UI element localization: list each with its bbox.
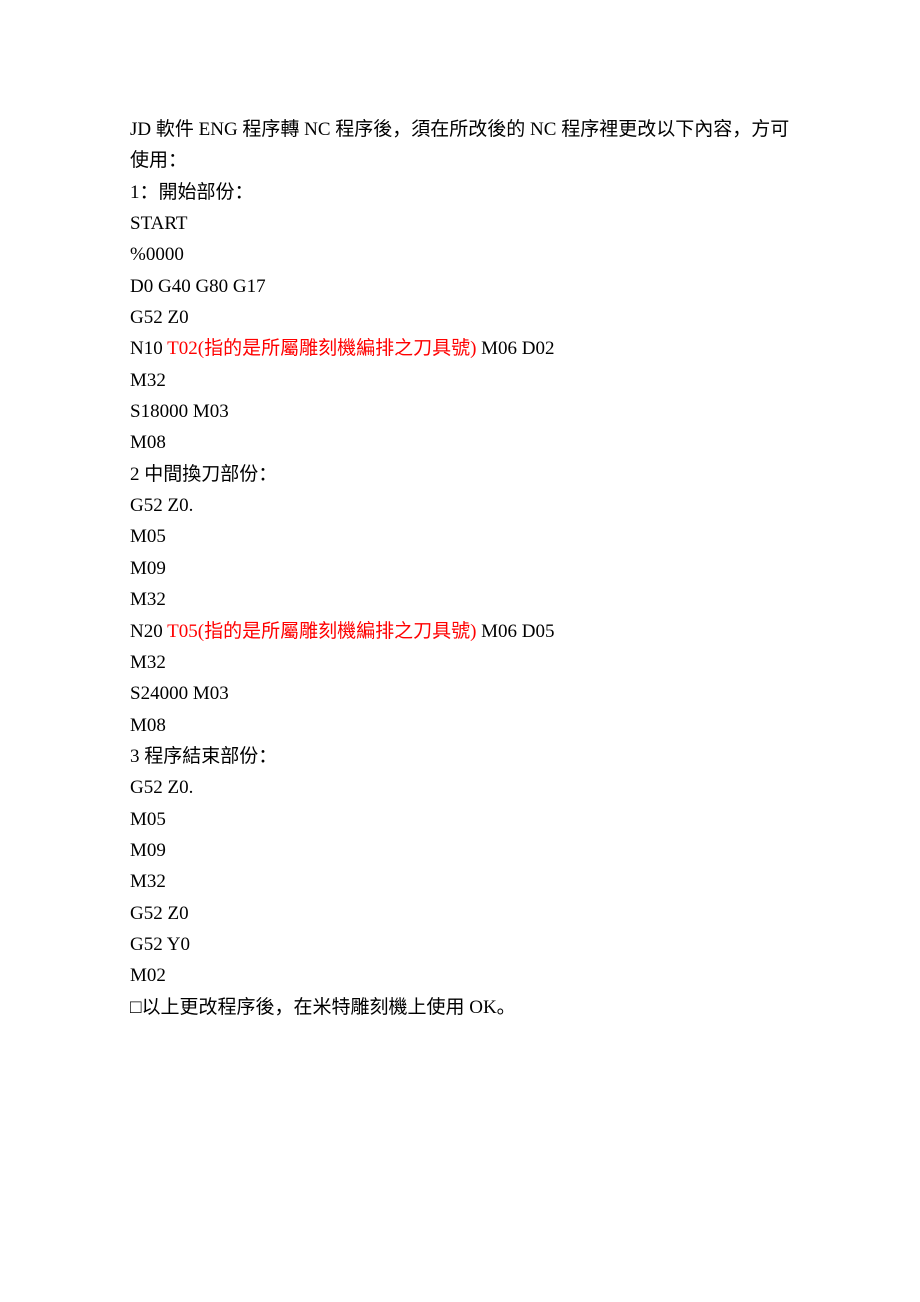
code-line: M09 — [130, 835, 790, 866]
code-line: M08 — [130, 427, 790, 458]
section-3-title: 3 程序結束部份： — [130, 741, 790, 772]
code-line: G52 Z0. — [130, 490, 790, 521]
code-line: S18000 M03 — [130, 396, 790, 427]
code-line: M32 — [130, 866, 790, 897]
code-line: D0 G40 G80 G17 — [130, 271, 790, 302]
code-line: G52 Z0. — [130, 772, 790, 803]
code-prefix: N10 — [130, 338, 167, 359]
code-line: N20 T05(指的是所屬雕刻機編排之刀具號) M06 D05 — [130, 616, 790, 647]
tool-number-note: T05(指的是所屬雕刻機編排之刀具號) — [167, 621, 476, 642]
code-line: START — [130, 208, 790, 239]
code-line: M09 — [130, 553, 790, 584]
code-line: M05 — [130, 804, 790, 835]
section-2-title: 2 中間換刀部份： — [130, 459, 790, 490]
code-line: M05 — [130, 521, 790, 552]
code-suffix: M06 D05 — [476, 621, 554, 642]
code-line: M02 — [130, 960, 790, 991]
code-line: G52 Y0 — [130, 929, 790, 960]
code-line: G52 Z0 — [130, 302, 790, 333]
code-line: S24000 M03 — [130, 678, 790, 709]
code-line: M32 — [130, 365, 790, 396]
section-1-title: 1：開始部份： — [130, 177, 790, 208]
code-line: M32 — [130, 647, 790, 678]
code-suffix: M06 D02 — [476, 338, 554, 359]
intro-text: JD 軟件 ENG 程序轉 NC 程序後，須在所改後的 NC 程序裡更改以下內容… — [130, 114, 790, 177]
code-line: %0000 — [130, 239, 790, 270]
document-page: JD 軟件 ENG 程序轉 NC 程序後，須在所改後的 NC 程序裡更改以下內容… — [0, 0, 920, 1302]
code-line: M08 — [130, 710, 790, 741]
code-line: M32 — [130, 584, 790, 615]
code-line: G52 Z0 — [130, 898, 790, 929]
footer-note: □以上更改程序後，在米特雕刻機上使用 OK。 — [130, 992, 790, 1023]
tool-number-note: T02(指的是所屬雕刻機編排之刀具號) — [167, 338, 476, 359]
code-line: N10 T02(指的是所屬雕刻機編排之刀具號) M06 D02 — [130, 333, 790, 364]
code-prefix: N20 — [130, 621, 167, 642]
